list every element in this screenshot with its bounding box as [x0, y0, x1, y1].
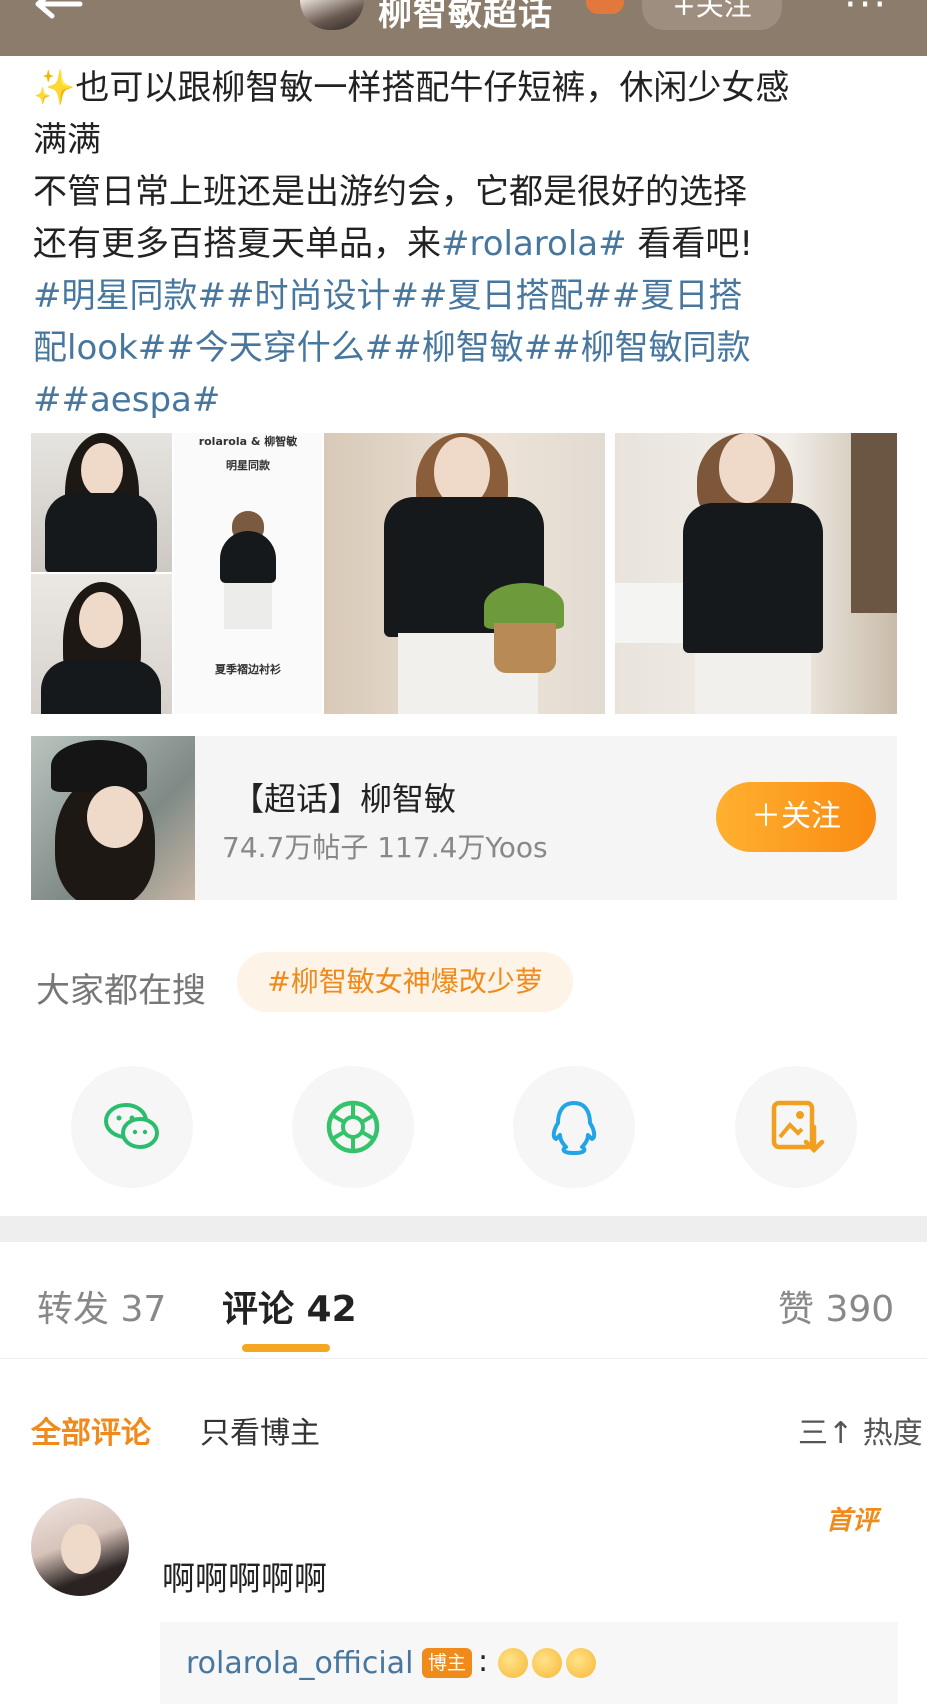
share-qq-button[interactable] — [513, 1066, 635, 1188]
topic-title: 【超话】柳智敏 — [232, 780, 457, 818]
trending-search-label: 大家都在搜 — [36, 971, 206, 1011]
share-moments-button[interactable] — [292, 1066, 414, 1188]
sort-label: 热度 — [862, 1416, 923, 1451]
post-image-4[interactable] — [324, 433, 605, 714]
product-caption: 夏季褶边衬衫 — [215, 663, 281, 676]
filter-owner-only[interactable]: 只看博主 — [200, 1408, 320, 1452]
topic-cover-image[interactable] — [31, 736, 195, 900]
rolarola-hashtag-link[interactable]: #rolarola# — [441, 224, 627, 264]
topic-follow-button[interactable]: ＋关注 — [716, 782, 876, 852]
post-body: ✨也可以跟柳智敏一样搭配牛仔短裤，休闲少女感 满满 不管日常上班还是出游约会，它… — [33, 62, 903, 426]
reply-username[interactable]: rolarola_official — [186, 1646, 413, 1681]
page-title: 柳智敏超话 — [378, 0, 553, 34]
post-text: 还有更多百搭夏天单品，来 — [33, 224, 441, 264]
product-caption: 明星同款 — [226, 459, 270, 472]
moments-icon — [326, 1100, 380, 1154]
share-wechat-button[interactable] — [71, 1066, 193, 1188]
topic-stats: 74.7万帖子 117.4万Yoos — [222, 831, 548, 864]
sparkle-icon: ✨ — [33, 68, 76, 108]
kiss-emoji-icon — [498, 1648, 528, 1678]
post-image-5[interactable] — [615, 433, 897, 714]
owner-badge: 博主 — [422, 1648, 472, 1678]
product-header-text: rolarola & 柳智敏 — [198, 435, 298, 448]
first-comment-badge: 首评 — [826, 1506, 879, 1536]
post-image-2[interactable] — [31, 574, 172, 714]
kiss-emoji-icon — [532, 1648, 562, 1678]
qq-icon — [551, 1101, 597, 1155]
wechat-icon — [104, 1103, 159, 1149]
post-image-3[interactable]: rolarola & 柳智敏 明星同款 夏季褶边衬衫 — [174, 433, 322, 714]
reply-colon: : — [478, 1644, 489, 1679]
comment-text: 啊啊啊啊啊 — [162, 1559, 327, 1598]
kiss-emoji-icon — [566, 1648, 596, 1678]
sort-icon: 三↑ — [798, 1416, 854, 1451]
header-follow-button[interactable]: +关注 — [642, 0, 782, 30]
section-divider — [0, 1216, 927, 1242]
tab-reposts[interactable]: 转发 37 — [37, 1280, 166, 1332]
commenter-avatar[interactable] — [31, 1498, 129, 1596]
hashtag-line-1[interactable]: #明星同款##时尚设计##夏日搭配##夏日搭 — [33, 270, 903, 322]
hashtag-line-3[interactable]: ##aespa# — [33, 374, 903, 426]
post-line-2: 满满 — [33, 120, 101, 160]
tab-likes[interactable]: 赞 390 — [778, 1280, 894, 1332]
post-line-4: 还有更多百搭夏天单品，来#rolarola# 看看吧! — [33, 218, 903, 270]
filter-all-comments[interactable]: 全部评论 — [31, 1408, 151, 1452]
save-image-button[interactable] — [735, 1066, 857, 1188]
tab-comments[interactable]: 评论 42 — [222, 1280, 357, 1332]
post-text: 看看吧! — [626, 224, 754, 264]
more-icon[interactable]: ··· — [844, 0, 888, 28]
sort-by-hot-button[interactable]: 三↑ 热度 — [798, 1408, 923, 1452]
post-line-3: 不管日常上班还是出游约会，它都是很好的选择 — [33, 172, 747, 212]
post-image-1[interactable] — [31, 433, 172, 572]
back-arrow-icon[interactable] — [30, 0, 90, 30]
post-text: 也可以跟柳智敏一样搭配牛仔短裤，休闲少女感 — [75, 68, 790, 108]
verified-badge-icon — [586, 0, 624, 14]
post-line-1: ✨也可以跟柳智敏一样搭配牛仔短裤，休闲少女感 — [33, 62, 903, 114]
save-image-icon — [771, 1100, 825, 1154]
active-tab-indicator — [242, 1344, 330, 1352]
tabs-divider — [0, 1358, 927, 1359]
trending-search-chip[interactable]: #柳智敏女神爆改少萝 — [237, 952, 573, 1012]
hashtag-line-2[interactable]: 配look##今天穿什么##柳智敏##柳智敏同款 — [33, 322, 903, 374]
